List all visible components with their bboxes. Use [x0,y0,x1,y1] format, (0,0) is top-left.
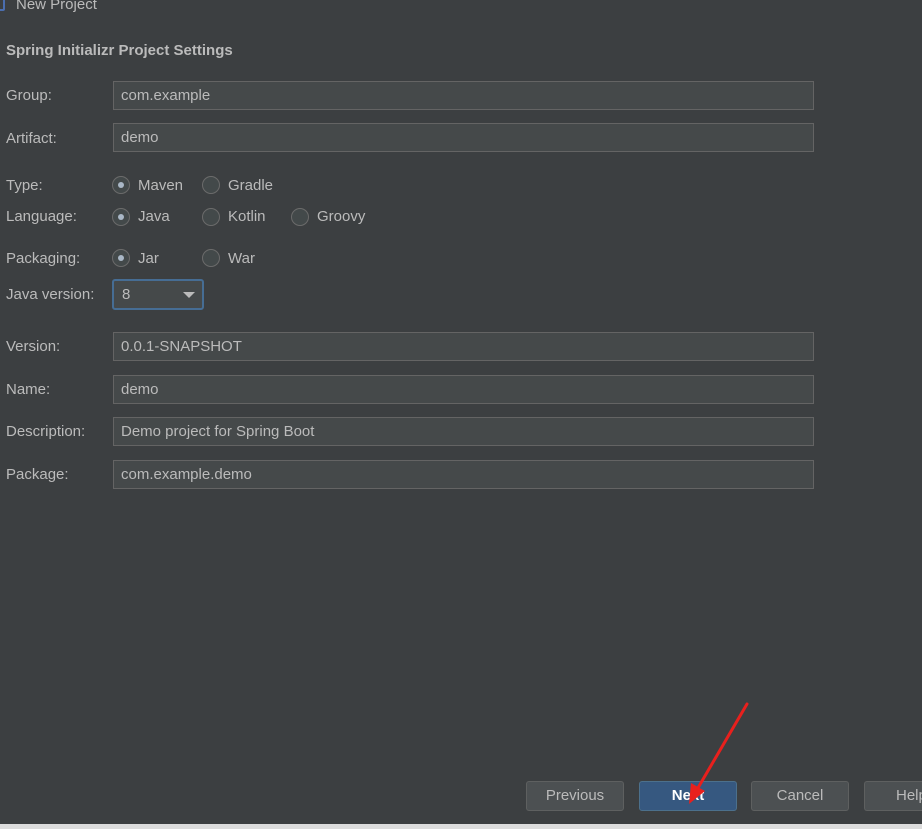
type-maven-label[interactable]: Maven [138,177,183,194]
name-label: Name: [6,381,51,398]
window-title: New Project [16,0,97,13]
description-label: Description: [6,423,86,440]
type-label: Type: [6,177,43,194]
version-label: Version: [6,338,61,355]
artifact-label: Artifact: [6,130,57,147]
package-input[interactable] [113,460,814,489]
previous-button[interactable]: Previous [526,781,624,811]
language-kotlin-label[interactable]: Kotlin [228,208,266,225]
language-kotlin-radio[interactable] [202,208,220,226]
language-label: Language: [6,208,77,225]
name-input[interactable] [113,375,814,404]
type-gradle-label[interactable]: Gradle [228,177,273,194]
project-icon [0,0,5,11]
type-maven-radio[interactable] [112,176,130,194]
description-input[interactable] [113,417,814,446]
packaging-jar-label[interactable]: Jar [138,250,159,267]
packaging-war-label[interactable]: War [228,250,255,267]
packaging-label: Packaging: [6,250,81,267]
java-version-select[interactable]: 8 [112,279,204,310]
type-gradle-radio[interactable] [202,176,220,194]
bottom-edge [0,824,922,829]
arrow-shaft [693,702,749,795]
group-input[interactable] [113,81,814,110]
cancel-button[interactable]: Cancel [751,781,849,811]
packaging-jar-radio[interactable] [112,249,130,267]
java-version-value: 8 [122,286,131,303]
section-title: Spring Initializr Project Settings [6,42,233,59]
language-groovy-radio[interactable] [291,208,309,226]
artifact-input[interactable] [113,123,814,152]
window-titlebar: New Project [0,0,922,14]
version-input[interactable] [113,332,814,361]
next-button[interactable]: Next [639,781,737,811]
group-label: Group: [6,87,52,104]
java-version-label: Java version: [6,286,95,303]
language-groovy-label[interactable]: Groovy [317,208,365,225]
packaging-war-radio[interactable] [202,249,220,267]
language-java-label[interactable]: Java [138,208,170,225]
chevron-down-icon[interactable] [183,292,195,298]
language-java-radio[interactable] [112,208,130,226]
help-button[interactable]: Help [864,781,922,811]
package-label: Package: [6,466,69,483]
